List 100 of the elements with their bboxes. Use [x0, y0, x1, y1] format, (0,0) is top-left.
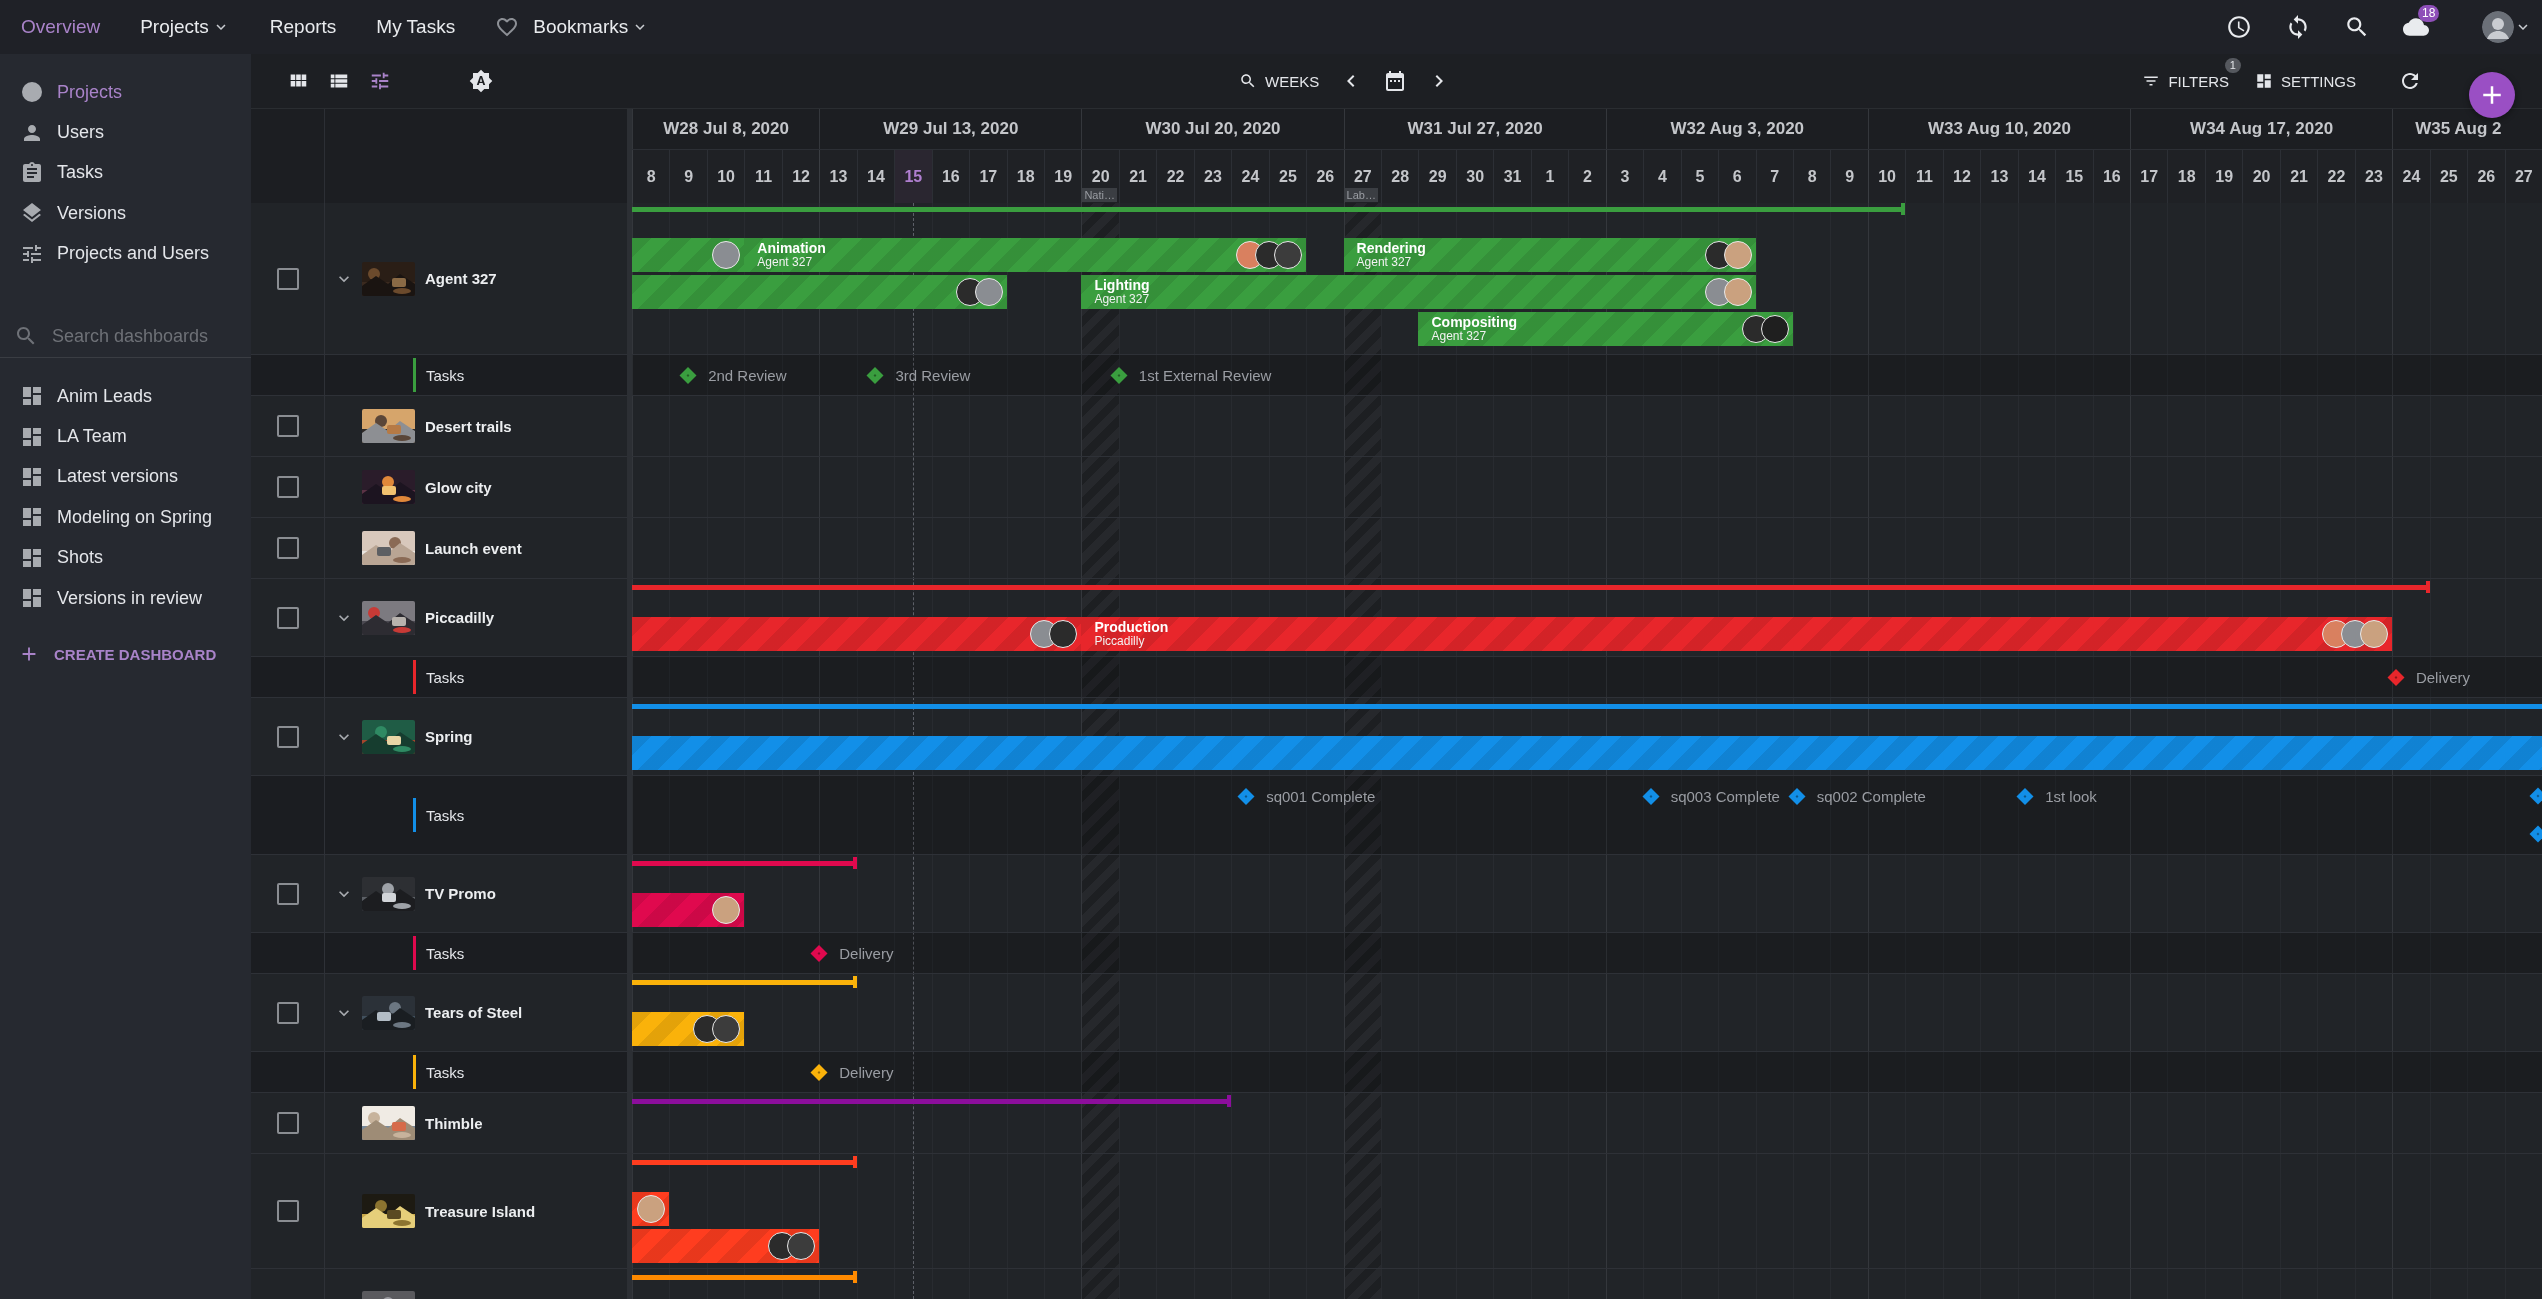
- nav-link[interactable]: Overview: [21, 16, 101, 38]
- checkbox[interactable]: [276, 725, 299, 748]
- settings-button[interactable]: SETTINGS: [2255, 72, 2356, 90]
- week-label: W32 Aug 3, 2020: [1605, 109, 1868, 149]
- bar-title: Compositing: [1431, 315, 1517, 329]
- dashboard-item[interactable]: Shots: [0, 537, 251, 578]
- checkbox[interactable]: [276, 1001, 299, 1024]
- nav-link[interactable]: Reports: [269, 16, 337, 38]
- dashboard-item[interactable]: LA Team: [0, 416, 251, 457]
- bar-title: Lighting: [1094, 278, 1150, 292]
- milestone-label: 1st look: [2045, 787, 2097, 805]
- project-name[interactable]: Tears of Steel: [425, 1004, 523, 1021]
- tasks-label[interactable]: Tasks: [426, 944, 465, 962]
- milestone-label: 2nd Review: [708, 366, 787, 384]
- week-label: W35 Aug 2: [2392, 109, 2542, 149]
- dashboard-item[interactable]: Anim Leads: [0, 375, 251, 417]
- task-bar[interactable]: Rendering Agent 327: [1343, 238, 1756, 272]
- day-number: 28: [1391, 167, 1410, 186]
- checkbox[interactable]: [276, 476, 299, 498]
- nav-link[interactable]: Bookmarks: [495, 15, 650, 39]
- bar-subtitle: Agent 327: [757, 255, 814, 269]
- day-number: 25: [1279, 167, 1297, 186]
- filters-button[interactable]: FILTERS: [2142, 72, 2229, 90]
- checkbox[interactable]: [276, 606, 299, 629]
- project-name[interactable]: TV Promo: [425, 885, 496, 902]
- task-bar[interactable]: [632, 1012, 745, 1046]
- checkbox[interactable]: [276, 882, 299, 905]
- search-field[interactable]: Search dashboards: [52, 325, 242, 347]
- dashboard-item[interactable]: Modeling on Spring: [0, 497, 251, 538]
- nav-link[interactable]: Projects: [140, 16, 230, 38]
- sidebar-item[interactable]: Projects and Users: [0, 233, 251, 274]
- task-bar[interactable]: Compositing Agent 327: [1418, 312, 1793, 346]
- circle-icon: [20, 80, 44, 105]
- nav-link[interactable]: My Tasks: [376, 16, 456, 38]
- day-number: 4: [1657, 167, 1667, 186]
- checkbox[interactable]: [276, 1112, 299, 1134]
- filter-count-badge: 1: [2224, 58, 2241, 73]
- project-name[interactable]: Launch event: [425, 539, 522, 557]
- dashboard-item[interactable]: Latest versions: [0, 456, 251, 498]
- timeline-view-icon[interactable]: [369, 70, 391, 92]
- sidebar-item[interactable]: Users: [0, 112, 251, 153]
- project-name[interactable]: Treasure Island: [425, 1202, 536, 1220]
- day-number: 26: [1316, 167, 1335, 186]
- project-name[interactable]: Piccadilly: [425, 609, 495, 626]
- task-bar[interactable]: Animation Agent 327: [744, 238, 1307, 272]
- day-number: 7: [1770, 167, 1780, 186]
- project-name[interactable]: Spring: [425, 728, 473, 745]
- bar-title: Animation: [757, 241, 826, 255]
- heart-icon: [495, 15, 520, 39]
- day-number: 24: [2402, 167, 2421, 186]
- milestone-label: 3rd Review: [895, 366, 971, 384]
- bar-subtitle: Agent 327: [1431, 329, 1487, 343]
- checkbox[interactable]: [276, 267, 299, 290]
- user-avatar: [2482, 11, 2514, 43]
- project-name[interactable]: Glow city: [425, 478, 492, 496]
- auto-badge-icon[interactable]: [469, 69, 493, 93]
- checkbox[interactable]: [276, 537, 299, 559]
- project-name[interactable]: Agent 327: [425, 270, 497, 287]
- clock-icon[interactable]: [2226, 14, 2252, 40]
- day-number: 20: [2252, 167, 2271, 186]
- project-name[interactable]: Thimble: [425, 1114, 483, 1132]
- milestone-label: Delivery: [2415, 668, 2471, 686]
- task-bar[interactable]: Production Piccadilly: [1081, 617, 2393, 651]
- holiday-label: Lab…: [1344, 188, 1378, 202]
- day-number: 13: [1990, 167, 2009, 186]
- day-number: 15: [904, 167, 923, 186]
- tasks-label[interactable]: Tasks: [426, 366, 465, 384]
- day-number: 25: [2439, 167, 2458, 186]
- sidebar-item[interactable]: Tasks: [0, 152, 251, 194]
- tasks-label[interactable]: Tasks: [426, 806, 465, 824]
- day-number: 18: [2177, 167, 2196, 186]
- day-number: 13: [829, 167, 848, 186]
- day-number: 29: [1428, 167, 1447, 186]
- sidebar-item[interactable]: Projects: [0, 72, 251, 113]
- tasks-label[interactable]: Tasks: [426, 1063, 465, 1081]
- clipboard-icon: [20, 160, 44, 185]
- day-number: 17: [979, 167, 998, 186]
- checkbox[interactable]: [276, 1200, 299, 1222]
- project-name[interactable]: Desert trails: [425, 417, 512, 435]
- day-number: 18: [1016, 167, 1035, 186]
- dashboard-item[interactable]: Versions in review: [0, 577, 251, 619]
- task-bar[interactable]: [632, 617, 1082, 651]
- zoom-button[interactable]: WEEKS: [1239, 72, 1320, 90]
- sidebar-item[interactable]: Versions: [0, 193, 251, 234]
- day-number: 21: [1129, 167, 1147, 186]
- zoom-icon: [1239, 72, 1257, 90]
- task-bar[interactable]: Lighting Agent 327: [1081, 275, 1756, 309]
- week-label: W34 Aug 17, 2020: [2130, 109, 2393, 149]
- tasks-label[interactable]: Tasks: [426, 668, 465, 686]
- task-bar[interactable]: [632, 275, 1007, 309]
- day-number: 3: [1620, 167, 1630, 186]
- task-bar[interactable]: [632, 1229, 820, 1263]
- checkbox[interactable]: [276, 415, 299, 437]
- day-number: 30: [1466, 167, 1485, 186]
- bar-title: Rendering: [1356, 241, 1426, 255]
- day-number: 5: [1695, 167, 1705, 186]
- week-label: W30 Jul 20, 2020: [1081, 109, 1344, 149]
- milestone-label: Delivery: [839, 1063, 894, 1081]
- day-number: 16: [941, 167, 960, 186]
- create-dashboard-link[interactable]: CREATE DASHBOARD: [0, 634, 251, 675]
